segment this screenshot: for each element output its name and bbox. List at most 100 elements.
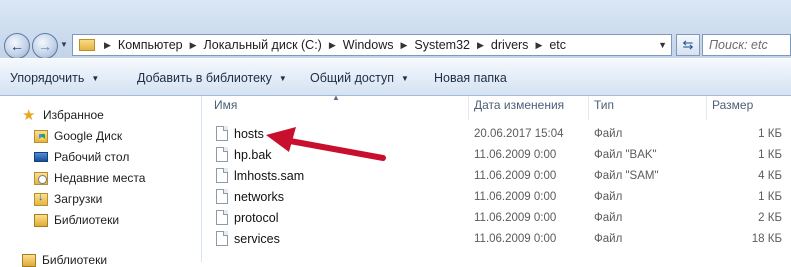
refresh-button[interactable]: ⇆ bbox=[676, 34, 700, 56]
file-row-networks[interactable]: networks 11.06.2009 0:00 Файл 1 КБ bbox=[202, 188, 791, 208]
file-name: networks bbox=[234, 190, 285, 204]
file-row-lmhosts-sam[interactable]: lmhosts.sam 11.06.2009 0:00 Файл "SAM" 4… bbox=[202, 167, 791, 187]
file-icon bbox=[216, 189, 228, 204]
file-name: protocol bbox=[234, 211, 279, 225]
file-icon bbox=[216, 231, 228, 246]
file-date: 11.06.2009 0:00 bbox=[474, 191, 557, 203]
file-name: services bbox=[234, 232, 280, 246]
downloads-icon bbox=[34, 191, 48, 206]
back-arrow-icon: ← bbox=[10, 38, 24, 54]
navigation-pane: ★ Избранное Google Диск Рабочий стол Нед… bbox=[0, 96, 202, 267]
breadcrumb-computer[interactable]: Компьютер bbox=[116, 38, 185, 52]
file-name: lmhosts.sam bbox=[234, 169, 305, 183]
back-button[interactable]: ← bbox=[4, 33, 30, 59]
desktop-icon bbox=[34, 152, 48, 162]
share-button[interactable]: Общий доступ ▼ bbox=[310, 71, 409, 85]
column-divider[interactable] bbox=[588, 96, 589, 120]
file-date: 20.06.2017 15:04 bbox=[474, 128, 564, 140]
column-divider[interactable] bbox=[706, 96, 707, 120]
file-row-protocol[interactable]: protocol 11.06.2009 0:00 Файл 2 КБ bbox=[202, 209, 791, 229]
file-row-hosts[interactable]: hosts 20.06.2017 15:04 Файл 1 КБ bbox=[202, 125, 791, 145]
file-date: 11.06.2009 0:00 bbox=[474, 170, 557, 182]
favorites-label: Избранное bbox=[43, 108, 104, 122]
column-header-type[interactable]: Тип bbox=[594, 98, 614, 112]
file-type: Файл bbox=[594, 233, 623, 245]
file-icon bbox=[216, 126, 228, 141]
chevron-down-icon: ▼ bbox=[400, 74, 409, 83]
search-input[interactable]: Поиск: etc bbox=[702, 34, 791, 56]
chevron-down-icon[interactable]: ▼ bbox=[658, 40, 667, 50]
file-name: hp.bak bbox=[234, 148, 272, 162]
file-size: 18 КБ bbox=[751, 233, 782, 245]
sidebar-item-downloads[interactable]: Загрузки bbox=[34, 191, 103, 206]
file-size: 1 КБ bbox=[758, 149, 782, 161]
libraries-header[interactable]: Библиотеки bbox=[22, 253, 107, 267]
recent-pages-dropdown[interactable]: ▼ bbox=[60, 40, 68, 49]
file-date: 11.06.2009 0:00 bbox=[474, 212, 557, 224]
sidebar-item-google-drive[interactable]: Google Диск bbox=[34, 129, 122, 143]
libraries-icon bbox=[34, 213, 48, 227]
file-type: Файл bbox=[594, 128, 623, 140]
command-toolbar: Упорядочить ▼ Добавить в библиотеку ▼ Общи… bbox=[0, 58, 791, 96]
file-type: Файл bbox=[594, 191, 623, 203]
file-size: 1 КБ bbox=[758, 191, 782, 203]
new-folder-label: Новая папка bbox=[434, 71, 507, 85]
add-to-library-label: Добавить в библиотеку bbox=[137, 71, 272, 85]
sidebar-item-label: Загрузки bbox=[54, 192, 103, 206]
libraries-header-label: Библиотеки bbox=[42, 253, 108, 267]
column-header-date[interactable]: Дата изменения bbox=[474, 98, 564, 112]
file-icon bbox=[216, 168, 228, 183]
sidebar-item-desktop[interactable]: Рабочий стол bbox=[34, 150, 129, 164]
file-icon bbox=[216, 210, 228, 225]
google-drive-icon bbox=[34, 129, 48, 143]
address-path-box[interactable]: ▶ Компьютер ▶ Локальный диск (C:) ▶ Wind… bbox=[72, 34, 672, 56]
recent-places-icon bbox=[34, 171, 48, 185]
file-icon bbox=[216, 147, 228, 162]
file-row-hp-bak[interactable]: hp.bak 11.06.2009 0:00 Файл "BAK" 1 КБ bbox=[202, 146, 791, 166]
sidebar-item-label: Рабочий стол bbox=[54, 150, 130, 164]
libraries-icon bbox=[22, 253, 36, 267]
file-type: Файл bbox=[594, 212, 623, 224]
refresh-icon: ⇆ bbox=[682, 37, 694, 52]
column-header-size[interactable]: Размер bbox=[712, 98, 753, 112]
folder-icon bbox=[79, 39, 95, 51]
chevron-down-icon: ▼ bbox=[278, 74, 287, 83]
share-label: Общий доступ bbox=[310, 71, 394, 85]
add-to-library-button[interactable]: Добавить в библиотеку ▼ bbox=[137, 71, 287, 85]
favorites-header[interactable]: ★ Избранное bbox=[22, 108, 104, 123]
sidebar-item-label: Библиотеки bbox=[54, 213, 120, 227]
file-date: 11.06.2009 0:00 bbox=[474, 149, 557, 161]
file-size: 2 КБ bbox=[758, 212, 782, 224]
file-size: 4 КБ bbox=[758, 170, 782, 182]
breadcrumb-windows[interactable]: Windows bbox=[341, 38, 396, 52]
new-folder-button[interactable]: Новая папка bbox=[434, 71, 507, 85]
chevron-right-icon[interactable]: ▶ bbox=[472, 40, 489, 51]
chevron-right-icon[interactable]: ▶ bbox=[99, 40, 116, 51]
address-bar-area: ← → ▼ ▶ Компьютер ▶ Локальный диск (C:) … bbox=[0, 0, 791, 59]
organize-button[interactable]: Упорядочить ▼ bbox=[10, 71, 99, 85]
breadcrumb-local-disk[interactable]: Локальный диск (C:) bbox=[202, 38, 324, 52]
chevron-right-icon[interactable]: ▶ bbox=[395, 40, 412, 51]
column-divider[interactable] bbox=[468, 96, 469, 120]
chevron-right-icon[interactable]: ▶ bbox=[324, 40, 341, 51]
breadcrumb-system32[interactable]: System32 bbox=[412, 38, 472, 52]
sidebar-item-recent-places[interactable]: Недавние места bbox=[34, 171, 145, 185]
sidebar-item-label: Недавние места bbox=[54, 171, 146, 185]
file-date: 11.06.2009 0:00 bbox=[474, 233, 557, 245]
forward-button[interactable]: → bbox=[32, 33, 58, 59]
organize-label: Упорядочить bbox=[10, 71, 85, 85]
file-list: ▲ Имя Дата изменения Тип Размер hosts 20… bbox=[202, 93, 791, 262]
file-row-services[interactable]: services 11.06.2009 0:00 Файл 18 КБ bbox=[202, 230, 791, 250]
file-type: Файл "BAK" bbox=[594, 149, 657, 161]
chevron-right-icon[interactable]: ▶ bbox=[185, 40, 202, 51]
column-header-name[interactable]: Имя bbox=[214, 98, 237, 112]
chevron-right-icon[interactable]: ▶ bbox=[530, 40, 547, 51]
file-name: hosts bbox=[234, 127, 264, 141]
forward-arrow-icon: → bbox=[38, 38, 52, 54]
sidebar-item-label: Google Диск bbox=[54, 129, 123, 143]
breadcrumb-drivers[interactable]: drivers bbox=[489, 38, 531, 52]
file-size: 1 КБ bbox=[758, 128, 782, 140]
breadcrumb-etc[interactable]: etc bbox=[547, 38, 568, 52]
chevron-down-icon: ▼ bbox=[91, 74, 100, 83]
sidebar-item-libraries[interactable]: Библиотеки bbox=[34, 213, 119, 227]
